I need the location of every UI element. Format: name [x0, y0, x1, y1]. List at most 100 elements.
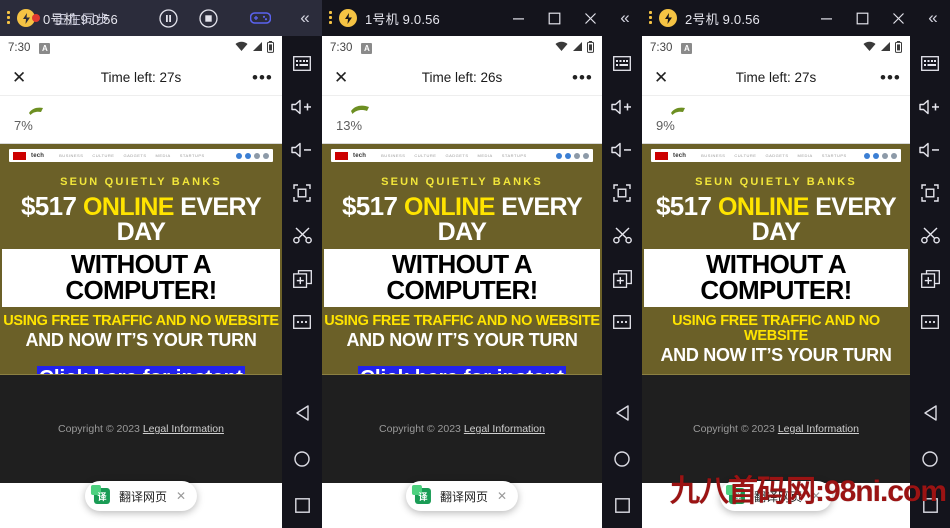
legal-information-link[interactable]: Legal Information — [778, 423, 859, 435]
legal-information-link[interactable]: Legal Information — [143, 423, 224, 435]
back-button[interactable] — [602, 390, 642, 436]
recents-button[interactable] — [910, 482, 950, 528]
ad-footer-0: Copyright © 2023 Legal Information — [0, 374, 282, 483]
ad-sub-2: AND NOW IT’S YOUR TURN — [346, 330, 578, 351]
ad-more-button[interactable]: ••• — [252, 68, 272, 88]
window-title-0: 0号机 9.0.56 正在同步 — [43, 9, 118, 28]
ad-close-button[interactable]: ✕ — [334, 68, 352, 88]
shake-icon[interactable] — [910, 214, 950, 257]
close-button[interactable] — [880, 0, 916, 36]
translate-toast-1[interactable]: 译 翻译网页 ✕ — [405, 481, 519, 511]
ad-headline-1: $517 ONLINE EVERY DAY — [324, 193, 600, 245]
shake-icon[interactable] — [602, 214, 642, 257]
fullscreen-icon[interactable] — [602, 171, 642, 214]
translate-toast-close-icon[interactable]: ✕ — [176, 489, 186, 503]
drag-grip-icon[interactable] — [649, 11, 656, 25]
ad-cta-link[interactable]: Click here for instant access — [37, 366, 245, 374]
maximize-button[interactable] — [844, 0, 880, 36]
ad-creative-1[interactable]: tech BUSINESS CULTURE GADGETS MEDIA STAR… — [322, 144, 602, 374]
volume-up-icon[interactable] — [910, 85, 950, 128]
ad-more-button[interactable]: ••• — [572, 68, 592, 88]
ad-headline-1: $517 ONLINE EVERY DAY — [2, 193, 280, 245]
ad-cta-wrap: Click here for instant access — [2, 366, 280, 374]
translate-toast-0[interactable]: 译 翻译网页 ✕ — [84, 481, 198, 511]
app-logo-icon — [339, 9, 357, 27]
phone-body-0: 7:30 A ✕ Time left: 27s ••• 7% tech BUSI… — [0, 36, 322, 528]
android-statusbar-1: 7:30 A — [322, 36, 602, 60]
more-icon[interactable] — [602, 300, 642, 343]
maximize-button[interactable] — [536, 0, 572, 36]
back-button[interactable] — [910, 390, 950, 436]
fullscreen-icon[interactable] — [282, 171, 322, 214]
window-title-1: 1号机 9.0.56 — [365, 11, 440, 27]
translate-toast-close-icon[interactable]: ✕ — [497, 489, 507, 503]
recents-button[interactable] — [602, 482, 642, 528]
gamepad-icon[interactable] — [246, 5, 274, 31]
volume-up-icon[interactable] — [602, 85, 642, 128]
fake-nav-item: GADGETS — [765, 153, 789, 158]
collapse-sidebar-button-2[interactable]: « — [916, 8, 950, 28]
ad-footer-1: Copyright © 2023 Legal Information — [322, 374, 602, 483]
minimize-button[interactable] — [808, 0, 844, 36]
ad-creative-2[interactable]: tech BUSINESS CULTURE GADGETS MEDIA STAR… — [642, 144, 910, 374]
more-icon[interactable] — [282, 300, 322, 343]
minimize-button[interactable] — [500, 0, 536, 36]
status-time: 7:30 — [8, 42, 31, 54]
ad-sub-1: USING FREE TRAFFIC AND NO WEBSITE — [324, 313, 600, 329]
fake-nav-item: MEDIA — [155, 153, 171, 158]
multi-emulator-workspace: 0号机 9.0.56 正在同步 « 7:30 A ✕ Time left: 27… — [0, 0, 950, 528]
progress-percent: 13% — [336, 118, 363, 133]
close-button[interactable] — [572, 0, 608, 36]
ad-close-button[interactable]: ✕ — [654, 68, 672, 88]
ad-headline-online: ONLINE — [718, 193, 809, 221]
ad-footer-2: Copyright © 2023 Legal Information — [642, 374, 910, 483]
window-titlebar-0[interactable]: 0号机 9.0.56 正在同步 « — [0, 0, 322, 36]
volume-down-icon[interactable] — [910, 128, 950, 171]
add-window-icon[interactable] — [282, 257, 322, 300]
ad-more-button[interactable]: ••• — [880, 68, 900, 88]
battery-icon — [895, 40, 902, 56]
keyboard-icon[interactable] — [282, 42, 322, 85]
ad-cta-link[interactable]: Click here for instant access — [358, 366, 566, 374]
pause-recording-button[interactable] — [154, 5, 182, 31]
keyboard-icon[interactable] — [602, 42, 642, 85]
phone-screen-2: 7:30 A ✕ Time left: 27s ••• 9% tech BUSI… — [642, 36, 910, 528]
add-window-icon[interactable] — [602, 257, 642, 300]
translate-toast-close-icon[interactable]: ✕ — [811, 489, 821, 503]
fullscreen-icon[interactable] — [910, 171, 950, 214]
translate-toast-label: 翻译网页 — [753, 489, 802, 504]
translate-toast-2[interactable]: 译 翻译网页 ✕ — [719, 481, 833, 511]
window-titlebar-2[interactable]: 2号机 9.0.56 « — [642, 0, 950, 36]
fake-nav-item: GADGETS — [123, 153, 147, 158]
ad-creative-0[interactable]: tech BUSINESS CULTURE GADGETS MEDIA STAR… — [0, 144, 282, 374]
collapse-sidebar-button-1[interactable]: « — [608, 8, 642, 28]
back-button[interactable] — [282, 390, 322, 436]
legal-information-link[interactable]: Legal Information — [464, 423, 545, 435]
ad-progress-zone-0: 7% — [0, 96, 282, 144]
keyboard-icon[interactable] — [910, 42, 950, 85]
collapse-sidebar-button-0[interactable]: « — [288, 8, 322, 28]
volume-down-icon[interactable] — [602, 128, 642, 171]
ad-sub-1: USING FREE TRAFFIC AND NO WEBSITE — [672, 313, 880, 345]
drag-grip-icon[interactable] — [329, 11, 336, 25]
ad-sub-2: AND NOW IT’S YOUR TURN — [660, 345, 892, 366]
drag-grip-icon[interactable] — [7, 11, 14, 25]
emulator-window-0: 0号机 9.0.56 正在同步 « 7:30 A ✕ Time left: 27… — [0, 0, 322, 528]
ad-timer-label: Time left: 26s — [421, 70, 503, 85]
stop-recording-button[interactable] — [194, 5, 222, 31]
home-button[interactable] — [282, 436, 322, 482]
volume-down-icon[interactable] — [282, 128, 322, 171]
volume-up-icon[interactable] — [282, 85, 322, 128]
ad-headline-2: WITHOUT A COMPUTER! — [644, 249, 908, 307]
recents-button[interactable] — [282, 482, 322, 528]
window-title-ghost-0: 正在同步 — [54, 11, 111, 27]
fake-nav-item: BUSINESS — [701, 153, 726, 158]
home-button[interactable] — [602, 436, 642, 482]
home-button[interactable] — [910, 436, 950, 482]
add-window-icon[interactable] — [910, 257, 950, 300]
shake-icon[interactable] — [282, 214, 322, 257]
recording-dot-icon — [32, 14, 40, 22]
window-titlebar-1[interactable]: 1号机 9.0.56 « — [322, 0, 642, 36]
ad-close-button[interactable]: ✕ — [12, 68, 30, 88]
more-icon[interactable] — [910, 300, 950, 343]
